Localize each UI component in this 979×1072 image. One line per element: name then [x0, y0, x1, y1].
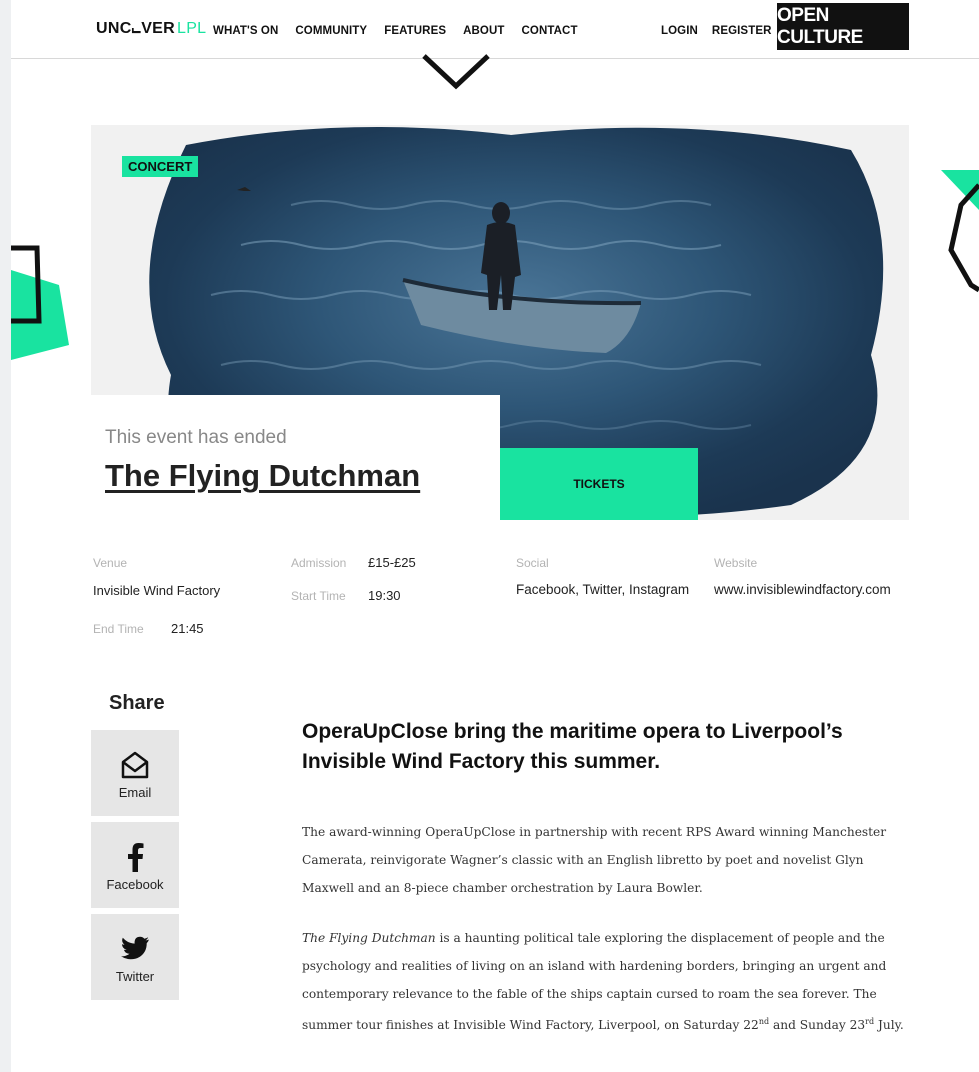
website-link[interactable]: www.invisiblewindfactory.com: [714, 582, 909, 597]
share-facebook-label: Facebook: [106, 876, 164, 892]
end-time-label: End Time: [93, 622, 144, 636]
admission-label: Admission: [291, 556, 347, 570]
article-p2-sup-2: rd: [865, 1017, 875, 1026]
venue-label: Venue: [93, 556, 128, 570]
twitter-icon: [120, 931, 150, 967]
article-p2-text: is a haunting political tale exploring t…: [302, 931, 887, 1033]
article-italic-title: The Flying Dutchman: [302, 931, 436, 945]
envelope-icon: [120, 747, 150, 783]
article-headline: OperaUpClose bring the maritime opera to…: [302, 720, 843, 773]
article-paragraph-1: The award-winning OperaUpClose in partne…: [302, 825, 887, 895]
nav-contact[interactable]: CONTACT: [522, 25, 578, 37]
page: UNC⨽VER LPL WHAT'S ON COMMUNITY FEATURES …: [11, 0, 979, 1072]
nav-about[interactable]: ABOUT: [463, 25, 504, 37]
article-p2-end: July.: [874, 1018, 904, 1033]
site-header: UNC⨽VER LPL WHAT'S ON COMMUNITY FEATURES …: [11, 0, 979, 59]
article-p2-mid: and Sunday 23: [769, 1018, 866, 1033]
decorative-shape-left: [11, 245, 69, 360]
start-time-label: Start Time: [291, 589, 346, 603]
main-nav: WHAT'S ON COMMUNITY FEATURES ABOUT CONTA…: [213, 25, 578, 37]
auth-links: LOGIN REGISTER: [661, 25, 772, 37]
open-culture-button[interactable]: OPEN CULTURE: [777, 3, 909, 50]
social-links[interactable]: Facebook, Twitter, Instagram: [516, 582, 689, 597]
tickets-button[interactable]: TICKETS: [500, 448, 698, 520]
decorative-shape-right: [941, 170, 979, 293]
nav-features[interactable]: FEATURES: [384, 25, 446, 37]
event-title[interactable]: The Flying Dutchman: [105, 458, 420, 494]
admission-value: £15-£25: [368, 555, 416, 570]
logo-accent-text: LPL: [177, 20, 207, 37]
share-email-button[interactable]: Email: [91, 730, 179, 816]
end-time-value: 21:45: [171, 621, 204, 636]
website-label: Website: [714, 556, 758, 570]
facebook-icon: [125, 839, 145, 875]
share-twitter-label: Twitter: [115, 968, 155, 984]
share-twitter-button[interactable]: Twitter: [91, 914, 179, 1000]
login-link[interactable]: LOGIN: [661, 25, 698, 37]
category-tag[interactable]: CONCERT: [122, 156, 199, 177]
article-p2-sup-1: nd: [758, 1017, 770, 1026]
share-title: Share: [109, 692, 165, 714]
article-paragraph-2: The Flying Dutchman is a haunting politi…: [302, 924, 912, 1039]
chevron-down-icon[interactable]: [416, 52, 496, 90]
site-logo[interactable]: UNC⨽VER LPL: [96, 20, 206, 38]
start-time-value: 19:30: [368, 588, 401, 603]
nav-community[interactable]: COMMUNITY: [295, 25, 367, 37]
social-label: Social: [516, 556, 549, 570]
venue-value: Invisible Wind Factory: [93, 583, 221, 598]
nav-whats-on[interactable]: WHAT'S ON: [213, 25, 278, 37]
event-status: This event has ended: [105, 427, 287, 448]
register-link[interactable]: REGISTER: [712, 25, 772, 37]
share-email-label: Email: [118, 784, 152, 800]
logo-main-text: UNC⨽VER: [96, 20, 176, 37]
share-facebook-button[interactable]: Facebook: [91, 822, 179, 908]
